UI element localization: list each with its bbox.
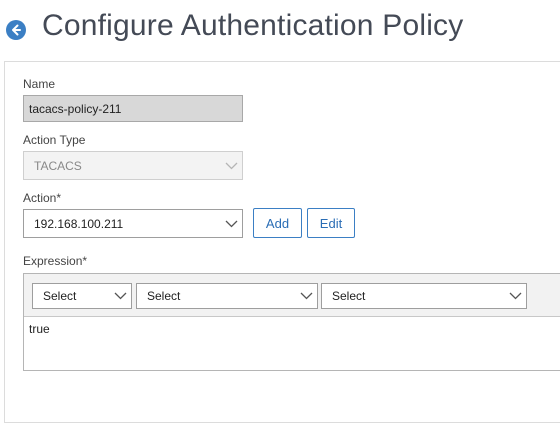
- name-field-value: tacacs-policy-211: [29, 101, 122, 116]
- expression-select-1-value: Select: [43, 289, 77, 303]
- action-select[interactable]: 192.168.100.211: [23, 209, 243, 238]
- name-field[interactable]: tacacs-policy-211: [23, 95, 243, 122]
- expression-select-3-value: Select: [332, 289, 366, 303]
- add-action-button[interactable]: Add: [253, 208, 302, 238]
- chevron-down-icon: [225, 162, 238, 169]
- action-type-select: TACACS: [23, 151, 243, 180]
- action-select-value: 192.168.100.211: [34, 216, 124, 231]
- expression-editor[interactable]: Select Select Select true: [23, 273, 560, 371]
- expression-select-2-value: Select: [147, 289, 181, 303]
- chevron-down-icon: [509, 292, 522, 300]
- expression-toolbar: Select Select Select: [24, 274, 560, 317]
- edit-action-button[interactable]: Edit: [307, 208, 355, 238]
- back-arrow-icon[interactable]: [6, 20, 26, 40]
- chevron-down-icon: [114, 292, 127, 300]
- page-title: Configure Authentication Policy: [42, 9, 464, 42]
- action-type-label: Action Type: [23, 133, 86, 147]
- expression-select-2[interactable]: Select: [136, 283, 318, 309]
- expression-label: Expression*: [23, 254, 88, 268]
- chevron-down-icon: [300, 292, 313, 300]
- chevron-down-icon: [225, 220, 238, 227]
- name-label: Name: [23, 77, 56, 91]
- expression-text[interactable]: true: [29, 322, 50, 336]
- action-type-value: TACACS: [34, 158, 82, 173]
- action-label: Action*: [23, 191, 62, 205]
- expression-select-1[interactable]: Select: [32, 283, 132, 309]
- page-header: Configure Authentication Policy: [0, 0, 560, 60]
- expression-select-3[interactable]: Select: [321, 283, 527, 309]
